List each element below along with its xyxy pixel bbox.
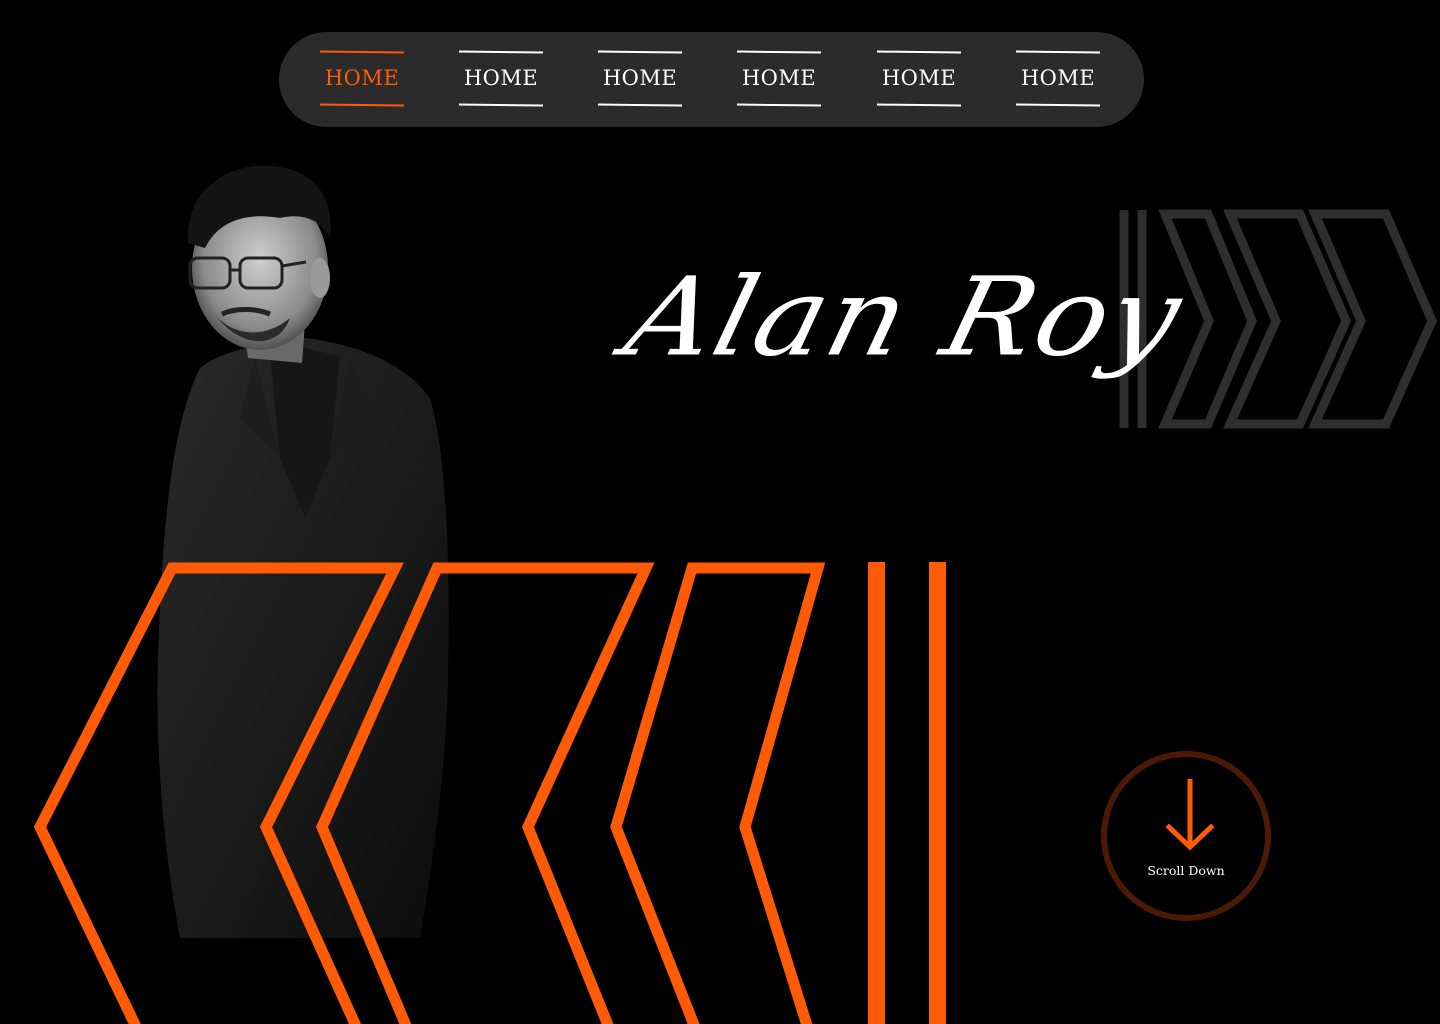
nav-item-home-2[interactable]: HOME bbox=[459, 50, 543, 106]
scroll-down-button[interactable]: Scroll Down bbox=[1101, 751, 1271, 921]
nav-item-home-3[interactable]: HOME bbox=[598, 50, 682, 106]
orange-chevron-decor bbox=[33, 562, 946, 1024]
top-nav: HOME HOME HOME HOME HOME HOME bbox=[279, 32, 1144, 127]
nav-item-home-4[interactable]: HOME bbox=[737, 50, 821, 106]
nav-item-home-1[interactable]: HOME bbox=[320, 50, 404, 106]
hero-name: Alan Roy bbox=[614, 253, 1196, 381]
scroll-down-label: Scroll Down bbox=[1147, 863, 1225, 878]
arrow-down-icon bbox=[1165, 779, 1215, 851]
nav-item-home-6[interactable]: HOME bbox=[1016, 50, 1100, 106]
nav-item-home-5[interactable]: HOME bbox=[877, 50, 961, 106]
